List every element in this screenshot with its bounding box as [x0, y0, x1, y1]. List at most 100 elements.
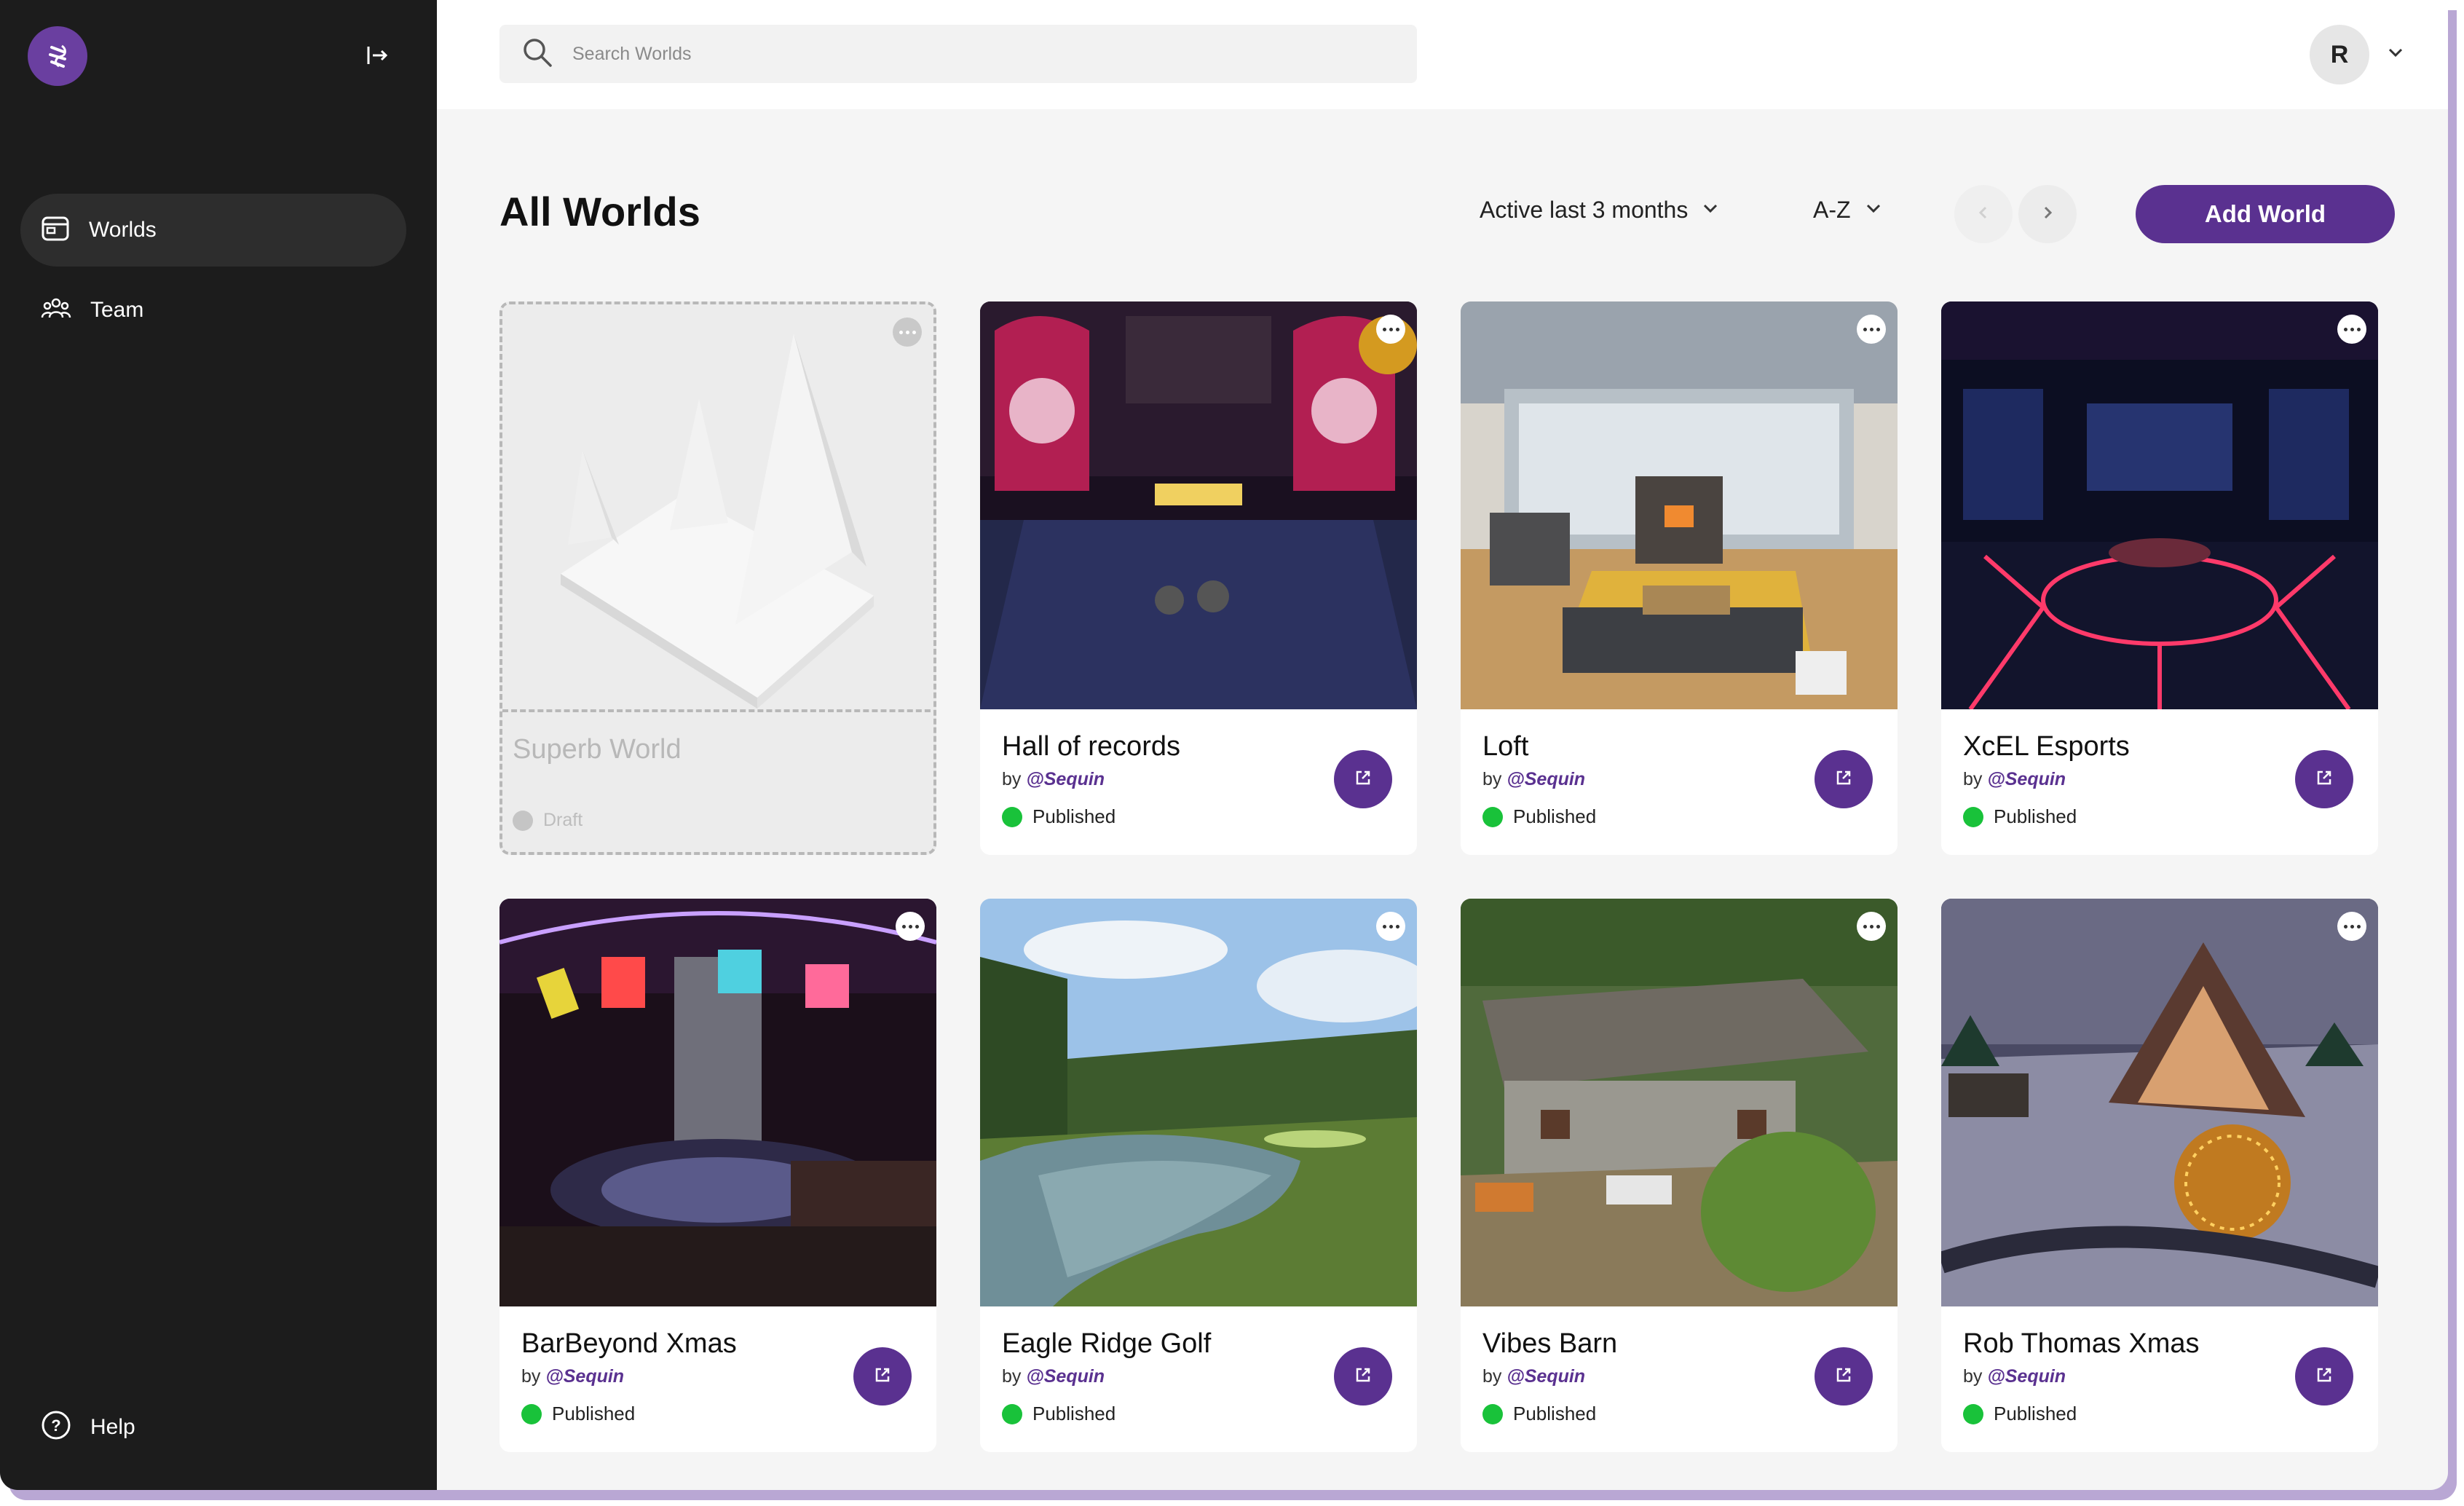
world-card[interactable]: Eagle Ridge Golf by @Sequin Published: [980, 899, 1417, 1452]
world-card[interactable]: Hall of records by @Sequin Published: [980, 301, 1417, 855]
more-options-button[interactable]: [1857, 912, 1886, 941]
world-status: Published: [1482, 805, 1596, 828]
page-title: All Worlds: [499, 189, 700, 234]
author-handle[interactable]: @Sequin: [1507, 1366, 1585, 1387]
status-dot: [1002, 1403, 1022, 1424]
more-options-button[interactable]: [896, 912, 925, 941]
world-author: by @Sequin: [1482, 1366, 1586, 1387]
world-status: Published: [1482, 1403, 1596, 1425]
more-options-button[interactable]: [893, 318, 922, 347]
status-label: Draft: [543, 810, 583, 830]
world-name: Vibes Barn: [1482, 1328, 1618, 1359]
world-status: Published: [521, 1403, 635, 1425]
external-link-icon: [2315, 769, 2333, 790]
more-options-button[interactable]: [2337, 315, 2366, 344]
world-thumbnail: [1941, 899, 2378, 1306]
status-label: Published: [1994, 1403, 2077, 1424]
collapse-sidebar-icon[interactable]: [360, 38, 395, 73]
more-options-button[interactable]: [1857, 315, 1886, 344]
app-window: Worlds Team ? Help Search Worlds R All W…: [0, 0, 2448, 1490]
author-handle[interactable]: @Sequin: [1987, 1366, 2066, 1387]
world-card[interactable]: Vibes Barn by @Sequin Published: [1461, 899, 1898, 1452]
author-handle[interactable]: @Sequin: [545, 1366, 624, 1387]
chevron-right-icon: [2039, 205, 2056, 224]
world-author: by @Sequin: [1963, 1366, 2066, 1387]
world-card[interactable]: Loft by @Sequin Published: [1461, 301, 1898, 855]
status-label: Published: [1032, 1403, 1116, 1424]
world-status: Published: [1002, 805, 1115, 828]
chevron-down-icon: [1701, 197, 1720, 224]
world-card[interactable]: BarBeyond Xmas by @Sequin Published: [499, 899, 936, 1452]
sidebar-nav: Worlds Team: [20, 194, 406, 354]
status-dot: [1482, 806, 1503, 827]
more-options-button[interactable]: [2337, 912, 2366, 941]
status-label: Published: [1513, 805, 1597, 827]
world-card[interactable]: Superb World Draft: [499, 301, 936, 855]
world-author: by @Sequin: [1963, 769, 2066, 789]
author-handle[interactable]: @Sequin: [1507, 769, 1585, 789]
world-name: Superb World: [513, 734, 682, 765]
status-label: Published: [1513, 1403, 1597, 1424]
world-name: Loft: [1482, 731, 1529, 762]
sidebar-item-label: Worlds: [89, 218, 157, 242]
sort-dropdown[interactable]: A-Z: [1813, 197, 1883, 224]
status-label: Published: [1032, 805, 1116, 827]
world-status: Draft: [513, 810, 583, 831]
external-link-icon: [2315, 1366, 2333, 1387]
sidebar-item-label: Team: [90, 298, 144, 322]
help-link[interactable]: ? Help: [41, 1410, 135, 1444]
sequin-logo-icon[interactable]: [28, 26, 87, 86]
world-status: Published: [1963, 1403, 2077, 1425]
top-bar: R: [437, 0, 2448, 109]
open-world-button[interactable]: [1815, 750, 1873, 808]
author-handle[interactable]: @Sequin: [1026, 1366, 1105, 1387]
world-thumbnail: [499, 899, 936, 1306]
world-thumbnail: [1941, 301, 2378, 709]
world-name: Rob Thomas Xmas: [1963, 1328, 2200, 1359]
world-name: Hall of records: [1002, 731, 1180, 762]
more-options-button[interactable]: [1376, 912, 1405, 941]
status-dot: [513, 810, 533, 831]
world-card[interactable]: XcEL Esports by @Sequin Published: [1941, 301, 2378, 855]
world-author: by @Sequin: [1002, 769, 1105, 789]
sidebar-item-worlds[interactable]: Worlds: [20, 194, 406, 267]
world-card[interactable]: Rob Thomas Xmas by @Sequin Published: [1941, 899, 2378, 1452]
open-world-button[interactable]: [1334, 1347, 1392, 1406]
help-label: Help: [90, 1414, 135, 1439]
sidebar-item-team[interactable]: Team: [20, 274, 406, 347]
open-world-button[interactable]: [1815, 1347, 1873, 1406]
chevron-down-icon[interactable]: [2385, 42, 2406, 66]
world-author: by @Sequin: [521, 1366, 625, 1387]
avatar[interactable]: R: [2310, 25, 2369, 84]
author-handle[interactable]: @Sequin: [1987, 769, 2066, 789]
svg-text:?: ?: [51, 1416, 60, 1435]
open-world-button[interactable]: [1334, 750, 1392, 808]
open-world-button[interactable]: [2295, 750, 2353, 808]
previous-page-button[interactable]: [1954, 185, 2013, 243]
status-dot: [521, 1403, 542, 1424]
world-name: XcEL Esports: [1963, 731, 2130, 762]
world-name: BarBeyond Xmas: [521, 1328, 737, 1359]
external-link-icon: [1835, 1366, 1852, 1387]
external-link-icon: [1354, 1366, 1372, 1387]
sort-label: A-Z: [1813, 197, 1851, 223]
more-options-button[interactable]: [1376, 315, 1405, 344]
status-dot: [1963, 806, 1983, 827]
world-thumbnail: [980, 899, 1417, 1306]
author-handle[interactable]: @Sequin: [1026, 769, 1105, 789]
search-bar[interactable]: [499, 25, 1417, 83]
world-placeholder-thumbnail: [502, 304, 933, 712]
add-world-button[interactable]: Add World: [2136, 185, 2395, 243]
world-thumbnail: [1461, 301, 1898, 709]
open-world-button[interactable]: [853, 1347, 912, 1406]
world-status: Published: [1002, 1403, 1115, 1425]
open-world-button[interactable]: [2295, 1347, 2353, 1406]
activity-filter-dropdown[interactable]: Active last 3 months: [1480, 197, 1720, 224]
main-content: R All Worlds Active last 3 months A-Z: [437, 0, 2448, 1490]
chevron-left-icon: [1975, 205, 1991, 224]
world-name: Eagle Ridge Golf: [1002, 1328, 1212, 1359]
next-page-button[interactable]: [2018, 185, 2077, 243]
search-input[interactable]: [572, 43, 1373, 65]
world-author: by @Sequin: [1002, 1366, 1105, 1387]
world-thumbnail: [980, 301, 1417, 709]
